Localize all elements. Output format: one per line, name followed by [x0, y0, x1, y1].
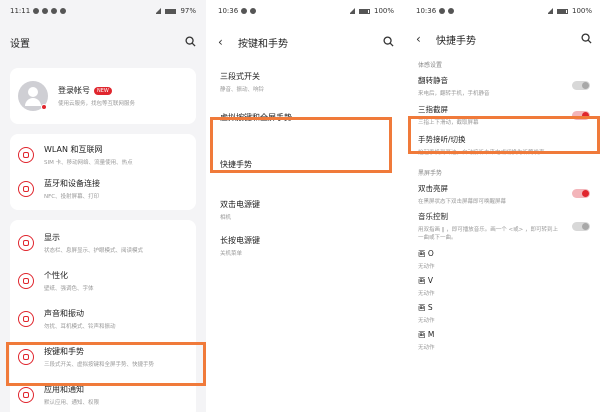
status-bar: 10:36 100%	[406, 0, 602, 22]
status-bar: 11:11 97%	[0, 0, 206, 22]
page-title: 设置	[10, 38, 30, 50]
gesture-icon	[18, 349, 34, 365]
notification-icon	[42, 8, 49, 14]
device-group: 显示 状态栏、息屏显示、护眼模式、阅读模式 个性化 壁纸、强调色、字体 声音和振动勿…	[10, 220, 196, 412]
battery-percent: 100%	[373, 7, 394, 15]
quick-gestures-panel: 10:36 100% ‹ 快捷手势 体感设置 翻转静音 来电后，翻转手机，手机静音…	[406, 0, 602, 412]
signal-icon	[348, 8, 355, 14]
page-title: 快捷手势	[436, 35, 476, 47]
setting-row-draw-o[interactable]: 画 O 无动作	[406, 245, 602, 272]
setting-row-music-control[interactable]: 音乐控制 用双指画 ‖ ，即可播放音乐。画一个 <或> ，即可转到上一曲或下一曲。	[406, 207, 602, 245]
back-arrow-icon[interactable]: ‹	[218, 35, 228, 49]
status-time: 10:36	[416, 7, 437, 15]
double-tap-wake-toggle[interactable]	[572, 189, 590, 198]
search-icon[interactable]	[383, 36, 394, 47]
back-arrow-icon[interactable]: ‹	[416, 32, 426, 46]
search-icon[interactable]	[581, 33, 592, 44]
notification-icon	[250, 8, 257, 14]
setting-row-flip-mute[interactable]: 翻转静音 来电后，翻转手机，手机静音	[406, 72, 602, 99]
page-title: 按键和手势	[238, 38, 288, 50]
setting-row-three-finger-screenshot[interactable]: 三指截屏 三指上下滑动，截取屏幕	[406, 99, 602, 131]
account-name: 登录帐号	[58, 86, 90, 95]
page-header: ‹ 按键和手势	[208, 22, 404, 62]
notification-icon	[241, 8, 248, 14]
settings-item-sound[interactable]: 声音和振动 勿扰、耳机模式、铃声和振动	[10, 300, 196, 338]
sound-icon	[18, 311, 34, 327]
setting-row-draw-m[interactable]: 画 M 无动作	[406, 326, 602, 353]
settings-item-bluetooth[interactable]: 蓝牙和设备连接 NFC、投射屏幕、打印	[10, 172, 196, 206]
music-control-toggle[interactable]	[572, 221, 590, 231]
battery-icon	[556, 8, 568, 14]
page-header: ‹ 快捷手势	[406, 22, 602, 56]
settings-item-personalize[interactable]: 个性化 壁纸、强调色、字体	[10, 262, 196, 300]
menu-item-long-press-power[interactable]: 长按电源键 关机菜单	[208, 228, 404, 264]
settings-item-buttons-gestures[interactable]: 按键和手势 三段式开关、虚拟按键和全屏手势、快捷手势	[10, 338, 196, 376]
status-bar: 10:36 100%	[208, 0, 404, 22]
page-header: 设置	[0, 22, 206, 62]
section-title-motion: 体感设置	[418, 61, 443, 69]
battery-icon	[165, 8, 177, 14]
connection-group: WLAN 和互联网 SIM 卡、移动网络、流量使用、热点 蓝牙和设备连接 NFC、投…	[10, 134, 196, 210]
notification-icon	[448, 8, 455, 14]
settings-panel: 11:11 97% 设置 登录帐号 NEW 使用云服务，找包等互联网服务 WLAN…	[0, 0, 206, 412]
settings-item-apps[interactable]: 应用和通知 默认应用、通知、权限	[10, 376, 196, 412]
bluetooth-icon	[18, 181, 34, 197]
menu-item-virtual-keys[interactable]: 虚拟按键和全屏手势	[208, 98, 404, 136]
setting-row-draw-s[interactable]: 画 S 无动作	[406, 299, 602, 326]
notification-icon	[51, 8, 58, 14]
account-card[interactable]: 登录帐号 NEW 使用云服务，找包等互联网服务	[10, 68, 196, 124]
new-badge: NEW	[94, 86, 112, 95]
section-title-screen-off: 黑屏手势	[418, 169, 443, 177]
buttons-gestures-panel: 10:36 100% ‹ 按键和手势 三段式开关 静音、振动、响铃 虚拟按键和全…	[208, 0, 404, 412]
apps-icon	[18, 387, 34, 403]
settings-item-wlan[interactable]: WLAN 和互联网 SIM 卡、移动网络、流量使用、热点	[10, 138, 196, 172]
setting-row-draw-v[interactable]: 画 V 无动作	[406, 272, 602, 299]
notification-icon	[33, 8, 40, 14]
settings-item-display[interactable]: 显示 状态栏、息屏显示、护眼模式、阅读模式	[10, 224, 196, 262]
three-finger-screenshot-toggle[interactable]	[572, 110, 590, 120]
status-time: 10:36	[218, 7, 239, 15]
signal-icon	[546, 8, 553, 14]
setting-row-gesture-answer[interactable]: 手势接听/切换 抬起手机到耳边，自动接听未来电或切换为听筒发声	[406, 131, 602, 158]
menu-item-quick-gestures[interactable]: 快捷手势	[208, 136, 404, 192]
status-time: 11:11	[10, 7, 31, 15]
battery-icon	[358, 8, 370, 14]
menu-item-double-press-power[interactable]: 双击电源键 相机	[208, 192, 404, 228]
menu-item-three-stage-switch[interactable]: 三段式开关 静音、振动、响铃	[208, 66, 404, 98]
flip-mute-toggle[interactable]	[572, 81, 590, 90]
notification-icon	[439, 8, 446, 14]
search-icon[interactable]	[185, 36, 196, 47]
palette-icon	[18, 273, 34, 289]
signal-icon	[154, 8, 162, 14]
display-icon	[18, 235, 34, 251]
battery-percent: 97%	[180, 7, 196, 15]
battery-percent: 100%	[571, 7, 592, 15]
avatar	[18, 81, 48, 111]
setting-row-double-tap-wake[interactable]: 双击亮屏 在黑屏状态下双击屏幕即可唤醒屏幕	[406, 180, 602, 207]
account-desc: 使用云服务，找包等互联网服务	[58, 101, 136, 107]
notification-icon	[60, 8, 67, 14]
wifi-icon	[18, 147, 34, 163]
